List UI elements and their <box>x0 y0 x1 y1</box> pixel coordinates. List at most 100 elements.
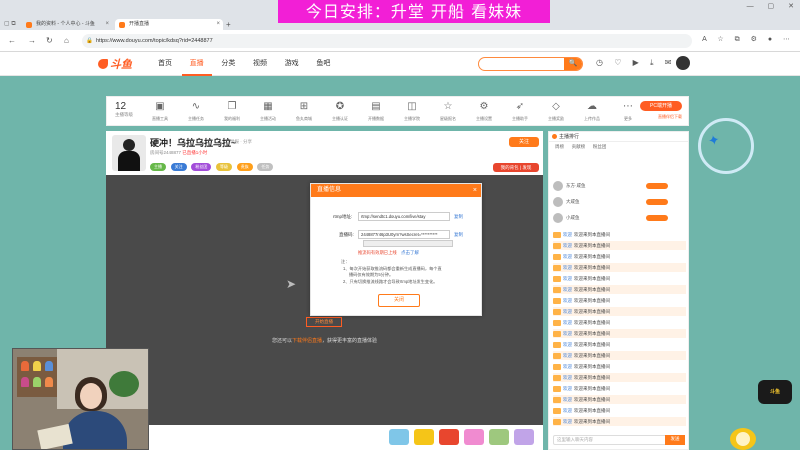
start-stream-button[interactable]: 开始直播 <box>306 317 342 327</box>
rank-item[interactable]: 大咸鱼 <box>553 196 686 208</box>
tab-contribution[interactable]: 贡献榜 <box>572 144 586 150</box>
tag[interactable]: 粉丝团 <box>191 163 212 171</box>
tab-live[interactable]: 开播直播 × <box>115 19 223 30</box>
download-companion-link[interactable]: 下载伴侣直播 <box>292 338 322 344</box>
feature-upload[interactable]: ☁ 上传作品 <box>575 101 609 122</box>
more-icon[interactable]: ⋯ <box>783 36 790 43</box>
room-meta[interactable]: 举报 · 分享 <box>230 139 252 145</box>
gift-item[interactable] <box>389 429 409 445</box>
gift-item[interactable] <box>439 429 459 445</box>
note-line: 2、只有切换推流线路才会导致rtmp地址发生变化。 <box>343 279 438 284</box>
feature-settings[interactable]: ⚙ 主播设置 <box>467 101 501 122</box>
nav-video[interactable]: 视频 <box>245 52 275 76</box>
close-icon[interactable]: × <box>473 184 477 197</box>
close-button[interactable]: 关闭 <box>378 294 420 307</box>
chat-message: 欢迎 欢迎来到本直播间 <box>553 362 686 371</box>
feature-reward[interactable]: ◇ 主播奖励 <box>539 101 573 122</box>
send-button[interactable]: 发送 <box>665 435 685 445</box>
feature-star[interactable]: ☆ 星级报名 <box>431 101 465 122</box>
nav-live[interactable]: 直播 <box>181 52 212 76</box>
tag[interactable]: 等级 <box>216 163 233 171</box>
feature-assistant[interactable]: ➶ 主播助手 <box>503 101 537 122</box>
tab-fans[interactable]: 粉丝团 <box>593 144 607 150</box>
gift-item[interactable] <box>414 429 434 445</box>
extensions-icon[interactable]: ⚙ <box>751 36 757 43</box>
feature-data[interactable]: ▤ 开播数据 <box>359 101 393 122</box>
tag[interactable]: 关注 <box>170 163 187 171</box>
chat-message: 欢迎 欢迎来到本直播间 <box>553 263 686 272</box>
rank-item[interactable]: 东方·咸鱼 <box>553 180 686 192</box>
url-input[interactable]: 🔒 https://www.douyu.com/topic/kdsq?rid=2… <box>82 34 692 48</box>
line-select[interactable] <box>363 240 453 247</box>
feature-events[interactable]: ▦ 主播活动 <box>251 101 285 122</box>
stream-code-field[interactable]: 2448877r46p3U0yrn?wsSecret=********** <box>358 230 450 239</box>
nav-yuba[interactable]: 鱼吧 <box>308 52 338 76</box>
avatar-body <box>118 151 140 171</box>
follow-icon[interactable]: ♡ <box>614 58 621 67</box>
download-icon[interactable]: ⤓ <box>650 58 654 67</box>
tab-actions-icon[interactable]: ▢ ⧉ <box>4 20 16 28</box>
feature-tasks[interactable]: ∿ 主播任务 <box>179 101 213 122</box>
rtmp-address-field[interactable]: rtmp://sendtc1.douyu.com/live/stay <box>358 212 450 221</box>
nav-game[interactable]: 游戏 <box>277 52 307 76</box>
feature-welfare[interactable]: ❐ 我的福利 <box>215 101 249 122</box>
gift-icon: ❐ <box>227 101 237 112</box>
pc-stream-button[interactable]: PC端开播 <box>640 101 682 111</box>
maximize-icon[interactable]: ▢ <box>768 3 775 10</box>
mouse-cursor-icon: ➤ <box>286 277 297 291</box>
home-icon[interactable]: ⌂ <box>64 36 69 45</box>
copy-code-button[interactable]: 复制 <box>454 232 463 238</box>
learn-more-link[interactable]: 点击了解 <box>401 250 419 256</box>
favorite-icon[interactable]: ☆ <box>717 36 723 43</box>
nav-category[interactable]: 分类 <box>213 52 243 76</box>
tab-weekly[interactable]: 周榜 <box>555 144 564 150</box>
collections-icon[interactable]: ⧉ <box>735 36 740 43</box>
read-aloud-icon[interactable]: A <box>702 36 706 43</box>
rank-badge <box>646 215 668 221</box>
profile-icon[interactable]: ● <box>768 36 772 43</box>
message-icon[interactable]: ✉ <box>665 58 672 67</box>
webcam-overlay <box>12 348 149 450</box>
feature-shop[interactable]: ⊞ 鱼丸商城 <box>287 101 321 122</box>
feature-academy[interactable]: ◫ 主播学院 <box>395 101 429 122</box>
copy-rtmp-button[interactable]: 复制 <box>454 214 463 220</box>
search-input[interactable]: 🔍 <box>478 57 583 71</box>
chat-tabs: 周榜 贡献榜 粉丝团 <box>549 144 688 153</box>
gift-item[interactable] <box>464 429 484 445</box>
follow-button[interactable]: 关注 <box>509 137 539 147</box>
close-icon[interactable]: × <box>105 19 109 30</box>
close-icon[interactable]: ✕ <box>788 3 794 10</box>
close-icon[interactable]: × <box>216 19 220 30</box>
feature-tools[interactable]: ▣ 直播工具 <box>143 101 177 122</box>
tag[interactable]: 任务 <box>257 163 274 171</box>
plant <box>109 371 139 397</box>
backpack-button[interactable]: 我的背包 | 发现 <box>493 163 539 172</box>
tag[interactable]: 主播 <box>150 163 166 171</box>
back-icon[interactable]: ← <box>8 36 16 45</box>
chat-panel: 主播排行 周榜 贡献榜 粉丝团 东方·咸鱼 大咸鱼 小咸鱼 欢迎 欢迎来到本直播间… <box>548 131 689 450</box>
stream-info-dialog: 直播信息 × rtmp地址: rtmp://sendtc1.douyu.com/… <box>310 183 482 316</box>
minimize-icon[interactable]: — <box>747 3 754 10</box>
gift-item[interactable] <box>514 429 534 445</box>
feature-verify[interactable]: ✪ 主播认证 <box>323 101 357 122</box>
search-icon[interactable]: 🔍 <box>564 58 582 70</box>
window-controls: — ▢ ✕ <box>735 2 794 10</box>
forward-icon[interactable]: → <box>28 36 36 45</box>
new-tab-button[interactable]: + <box>226 19 231 30</box>
video-icon[interactable]: ▶ <box>633 58 639 67</box>
chat-input[interactable]: 这里输入聊天内容 发送 <box>553 435 685 445</box>
history-icon[interactable]: ◷ <box>596 58 603 67</box>
gift-item[interactable] <box>489 429 509 445</box>
anchor-avatar[interactable] <box>112 135 146 171</box>
refresh-icon[interactable]: ↻ <box>46 36 53 45</box>
nav-home[interactable]: 首页 <box>150 52 180 76</box>
mascot-ring <box>698 118 754 174</box>
douyu-logo[interactable]: 斗鱼 <box>98 56 132 72</box>
level-badge <box>553 253 561 260</box>
rank-item[interactable]: 小咸鱼 <box>553 212 686 224</box>
pc-stream-download-link[interactable]: 直播伴侣下载 <box>658 114 682 120</box>
tab-label: 我的资料 - 个人中心 - 斗鱼 <box>36 21 95 27</box>
tab-my-profile[interactable]: 我的资料 - 个人中心 - 斗鱼 × <box>22 19 112 30</box>
user-avatar[interactable] <box>676 56 690 70</box>
tag[interactable]: 贵族 <box>236 163 253 171</box>
